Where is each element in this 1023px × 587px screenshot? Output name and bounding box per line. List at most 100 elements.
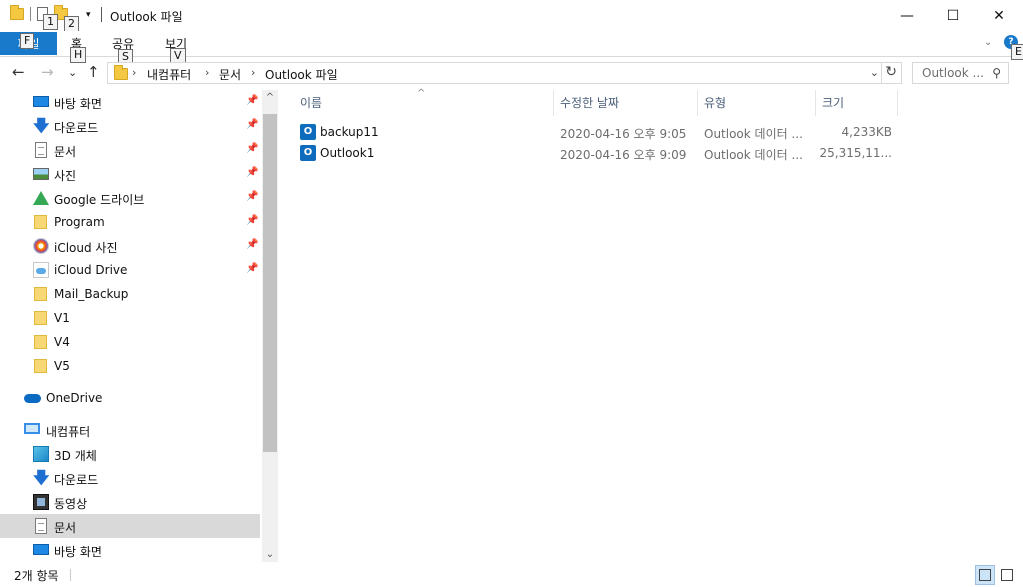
download-icon: 🡇: [33, 116, 50, 135]
details-view-button[interactable]: [975, 565, 995, 585]
folder-icon: [34, 359, 47, 373]
folder-icon: [34, 335, 47, 349]
folder-icon: [34, 311, 47, 325]
nav-item-v1[interactable]: V1: [0, 306, 260, 330]
title-divider: [101, 7, 102, 22]
outlook-data-file-icon: O: [300, 124, 316, 140]
file-name: Outlook1: [320, 146, 375, 160]
details-view-icon: [979, 569, 991, 581]
address-dropdown-icon[interactable]: ⌄: [870, 66, 879, 79]
column-divider[interactable]: [897, 90, 898, 116]
desktop-icon: [33, 544, 49, 555]
customize-toolbar-dropdown[interactable]: ▾: [86, 10, 91, 20]
pin-icon: 📌: [246, 167, 259, 178]
up-button[interactable]: ↑: [87, 63, 100, 81]
search-box[interactable]: Outlook ... ⚲: [912, 62, 1009, 84]
file-size: 4,233KB: [841, 125, 892, 139]
nav-item-label: iCloud 사진: [54, 241, 118, 255]
nav-item-pc-downloads[interactable]: 🡇 다운로드: [0, 466, 260, 490]
folder-icon: [34, 287, 47, 301]
nav-item-icloud-drive[interactable]: iCloud Drive 📌: [0, 258, 260, 282]
keytip-file: F: [20, 33, 35, 49]
desktop-icon: [33, 96, 49, 107]
nav-pane-scrollbar[interactable]: ^ ⌄: [262, 90, 278, 562]
column-header-modified[interactable]: 수정한 날짜: [560, 94, 619, 111]
nav-item-pc-desktop[interactable]: 바탕 화면: [0, 538, 260, 562]
nav-item-downloads[interactable]: 🡇 다운로드 📌: [0, 114, 260, 138]
file-list: ^ 이름 수정한 날짜 유형 크기 O backup11 2020-04-16 …: [280, 88, 1023, 562]
column-header-size[interactable]: 크기: [822, 94, 844, 111]
nav-item-videos[interactable]: 동영상: [0, 490, 260, 514]
toolbar-separator: [30, 7, 31, 21]
nav-item-pc-documents[interactable]: 문서: [0, 514, 260, 538]
refresh-icon[interactable]: ↻: [885, 64, 897, 80]
nav-item-pictures[interactable]: 사진 📌: [0, 162, 260, 186]
scroll-down-button[interactable]: ⌄: [262, 549, 278, 560]
file-type: Outlook 데이터 ...: [704, 148, 803, 162]
icloud-drive-icon: [33, 262, 49, 278]
large-icons-view-icon: [1001, 569, 1013, 581]
search-icon[interactable]: ⚲: [992, 66, 1001, 80]
nav-item-label: V1: [54, 311, 70, 325]
minimize-button[interactable]: —: [884, 0, 930, 31]
nav-item-mail-backup[interactable]: Mail_Backup: [0, 282, 260, 306]
nav-item-label: 바탕 화면: [54, 545, 102, 559]
expand-ribbon-icon[interactable]: ⌄: [984, 37, 992, 48]
icloud-photos-icon: [33, 238, 49, 254]
back-button[interactable]: ←: [12, 63, 25, 81]
picture-icon: [33, 168, 49, 180]
breadcrumb-separator[interactable]: ›: [251, 66, 255, 79]
breadcrumb-outlook-files[interactable]: Outlook 파일: [265, 66, 338, 83]
nav-item-label: Mail_Backup: [54, 287, 129, 301]
item-count: 2개 항목: [14, 569, 59, 583]
pin-icon: 📌: [246, 239, 259, 250]
pin-icon: 📌: [246, 119, 259, 130]
title-bar: 1 2 ▾ Outlook 파일 — ☐ ✕: [0, 0, 1023, 32]
nav-item-google-drive[interactable]: Google 드라이브 📌: [0, 186, 260, 210]
scroll-up-button[interactable]: ^: [262, 92, 278, 103]
nav-item-label: 3D 개체: [54, 449, 97, 463]
file-row[interactable]: O Outlook1 2020-04-16 오후 9:09 Outlook 데이…: [298, 143, 898, 164]
maximize-button[interactable]: ☐: [930, 0, 976, 31]
column-header-name[interactable]: 이름: [300, 94, 322, 111]
address-bar[interactable]: › 내컴퓨터 › 문서 › Outlook 파일 ⌄ ↻: [107, 62, 902, 84]
close-button[interactable]: ✕: [976, 0, 1022, 31]
pin-icon: 📌: [246, 143, 259, 154]
breadcrumb-separator[interactable]: ›: [205, 66, 209, 79]
document-icon: [35, 142, 47, 158]
forward-button[interactable]: →: [41, 63, 54, 81]
breadcrumb-this-pc[interactable]: 내컴퓨터: [147, 66, 191, 83]
nav-item-desktop[interactable]: 바탕 화면 📌: [0, 90, 260, 114]
nav-item-this-pc[interactable]: 내컴퓨터: [0, 418, 260, 442]
outlook-data-file-icon: O: [300, 145, 316, 161]
column-divider[interactable]: [553, 90, 554, 116]
nav-item-icloud-photos[interactable]: iCloud 사진 📌: [0, 234, 260, 258]
pin-icon: 📌: [246, 191, 259, 202]
computer-icon: [24, 423, 40, 434]
column-header-type[interactable]: 유형: [704, 94, 726, 111]
nav-item-label: 다운로드: [54, 473, 99, 487]
nav-item-onedrive[interactable]: OneDrive: [0, 386, 260, 410]
scroll-thumb[interactable]: [263, 114, 277, 452]
nav-item-documents[interactable]: 문서 📌: [0, 138, 260, 162]
column-divider[interactable]: [815, 90, 816, 116]
nav-item-3d-objects[interactable]: 3D 개체: [0, 442, 260, 466]
quick-access-toolbar: [10, 5, 68, 21]
nav-item-label: 사진: [54, 169, 77, 183]
file-row[interactable]: O backup11 2020-04-16 오후 9:05 Outlook 데이…: [298, 122, 898, 143]
nav-item-label: 바탕 화면: [54, 97, 102, 111]
nav-item-label: iCloud Drive: [54, 263, 128, 277]
nav-item-program[interactable]: Program 📌: [0, 210, 260, 234]
nav-item-label: 문서: [54, 145, 77, 159]
nav-item-label: OneDrive: [46, 391, 103, 405]
navigation-pane: 바탕 화면 📌 🡇 다운로드 📌 문서 📌 사진 📌 Google 드라이브 📌…: [0, 90, 278, 562]
large-icons-view-button[interactable]: [997, 565, 1017, 585]
column-divider[interactable]: [697, 90, 698, 116]
nav-item-v5[interactable]: V5: [0, 354, 260, 378]
nav-item-v4[interactable]: V4: [0, 330, 260, 354]
document-icon: [35, 518, 47, 534]
video-icon: [33, 494, 49, 510]
recent-locations-button[interactable]: ⌄: [68, 66, 77, 79]
search-placeholder: Outlook ...: [922, 66, 984, 80]
breadcrumb-documents[interactable]: 문서: [219, 66, 241, 83]
